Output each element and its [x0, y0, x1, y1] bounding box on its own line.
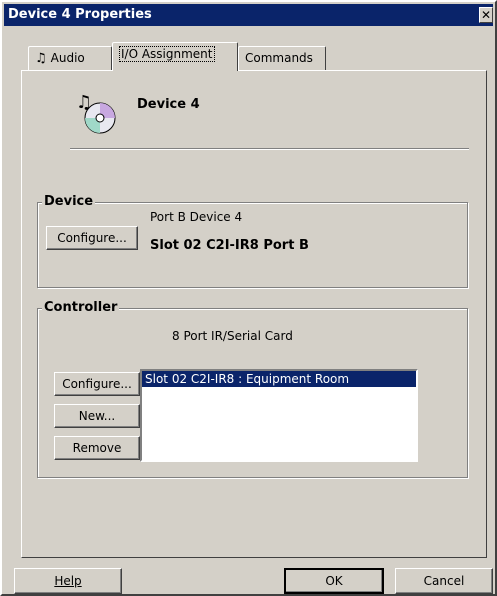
tab-io-assignment-label: I/O Assignment — [119, 46, 215, 62]
ok-button[interactable]: OK — [284, 568, 384, 594]
cd-music-icon: ♫ — [76, 92, 116, 134]
close-icon[interactable]: ✕ — [479, 7, 493, 23]
controller-group-title: Controller — [42, 300, 120, 315]
device-configure-button[interactable]: Configure... — [46, 226, 138, 250]
svg-text:♫: ♫ — [76, 92, 92, 113]
window-title: Device 4 Properties — [8, 7, 152, 22]
controller-new-button[interactable]: New... — [54, 404, 140, 428]
controller-remove-button[interactable]: Remove — [54, 436, 140, 460]
title-bar[interactable]: Device 4 Properties ✕ — [4, 4, 493, 26]
device-group-title: Device — [42, 194, 96, 209]
tab-commands[interactable]: Commands — [238, 46, 326, 70]
music-note-icon: ♫ — [35, 51, 47, 66]
help-button[interactable]: Help — [14, 568, 122, 594]
properties-dialog: Device 4 Properties ✕ ♫ Audio I/O Assignm… — [0, 0, 497, 596]
device-port-text: Port B Device 4 — [150, 210, 243, 224]
tab-audio[interactable]: ♫ Audio — [28, 46, 112, 70]
tab-io-assignment[interactable]: I/O Assignment — [112, 42, 238, 71]
device-name: Device 4 — [137, 97, 200, 112]
list-item[interactable]: Slot 02 C2I-IR8 : Equipment Room — [142, 371, 416, 387]
device-slot-text: Slot 02 C2I-IR8 Port B — [150, 238, 309, 253]
controller-configure-button[interactable]: Configure... — [54, 372, 140, 396]
header-divider — [70, 148, 469, 150]
controller-listbox[interactable]: Slot 02 C2I-IR8 : Equipment Room — [140, 369, 418, 462]
controller-card-text: 8 Port IR/Serial Card — [172, 329, 293, 343]
cancel-button[interactable]: Cancel — [395, 568, 493, 594]
